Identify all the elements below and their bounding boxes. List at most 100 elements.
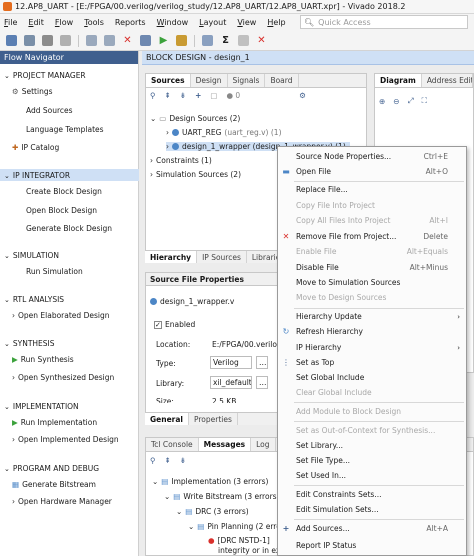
- tab-messages[interactable]: Messages: [198, 438, 252, 451]
- nav-run-simulation[interactable]: Run Simulation: [26, 267, 83, 276]
- nav-open-hardware-manager[interactable]: › Open Hardware Manager: [12, 497, 112, 506]
- menu-add-sources[interactable]: + Add Sources... Alt+A: [278, 521, 466, 536]
- menu-remove-file[interactable]: ✕ Remove File from Project... Delete: [278, 229, 466, 244]
- menu-hierarchy-update[interactable]: Hierarchy Update ›: [278, 309, 466, 324]
- menu-refresh-hierarchy[interactable]: ↻ Refresh Hierarchy: [278, 324, 466, 339]
- menu-copy-file-into-project[interactable]: Copy File Into Project: [278, 198, 466, 213]
- tree-uart-reg[interactable]: › UART_REG (uart_reg.v) (1): [166, 128, 282, 137]
- program-icon[interactable]: [176, 35, 187, 46]
- nav-add-sources[interactable]: Add Sources: [26, 106, 73, 115]
- menu-edit[interactable]: Edit: [28, 18, 44, 27]
- new-project-icon[interactable]: [6, 35, 17, 46]
- menu-set-as-top[interactable]: ⋮ Set as Top: [278, 355, 466, 370]
- tab-signals[interactable]: Signals: [228, 74, 266, 87]
- tab-tcl-console[interactable]: Tcl Console: [146, 438, 199, 451]
- tab-hierarchy[interactable]: Hierarchy: [145, 251, 198, 263]
- menu-window[interactable]: Window: [157, 18, 189, 27]
- menu-report-ip-status[interactable]: Report IP Status: [278, 538, 466, 553]
- tree-constraints[interactable]: › Constraints (1): [150, 156, 212, 165]
- expand-all-icon[interactable]: ⇟: [180, 456, 186, 465]
- zoom-in-icon[interactable]: ⊕: [379, 97, 385, 106]
- msg-implementation[interactable]: ⌄ ▤ Implementation (3 errors): [152, 477, 268, 486]
- zoom-out-icon[interactable]: ⊖: [393, 97, 399, 106]
- expand-all-icon[interactable]: ⇟: [180, 91, 186, 100]
- type-browse-button[interactable]: …: [256, 356, 268, 369]
- menu-open-file[interactable]: ▬ Open File Alt+O: [278, 164, 466, 179]
- section-ip-integrator[interactable]: ⌄ IP INTEGRATOR: [4, 171, 70, 180]
- split-view-icon[interactable]: [238, 35, 249, 46]
- tab-general[interactable]: General: [145, 413, 189, 425]
- msg-drc[interactable]: ⌄ ▤ DRC (3 errors): [176, 507, 249, 516]
- search-icon[interactable]: ⚲: [150, 91, 156, 100]
- menu-ip-hierarchy[interactable]: IP Hierarchy ›: [278, 340, 466, 355]
- tab-design[interactable]: Design: [191, 74, 228, 87]
- menu-clear-global-include[interactable]: Clear Global Include: [278, 385, 466, 400]
- menu-help[interactable]: Help: [267, 18, 285, 27]
- nav-run-implementation[interactable]: ▶ Run Implementation: [12, 418, 97, 427]
- quick-access-search[interactable]: 🔍︎ Quick Access: [300, 15, 468, 29]
- menu-move-to-simulation-sources[interactable]: Move to Simulation Sources: [278, 275, 466, 290]
- tree-design-sources[interactable]: ⌄ ▭ Design Sources (2): [150, 114, 240, 123]
- library-browse-button[interactable]: …: [256, 376, 268, 389]
- menu-flow[interactable]: Flow: [55, 18, 73, 27]
- tree-simulation-sources[interactable]: › Simulation Sources (2): [150, 170, 241, 179]
- menu-copy-all-files[interactable]: Copy All Files Into Project Alt+I: [278, 213, 466, 228]
- zoom-area-icon[interactable]: ⛶: [422, 96, 427, 106]
- menu-add-module-to-block-design[interactable]: Add Module to Block Design: [278, 404, 466, 419]
- section-implementation[interactable]: ⌄ IMPLEMENTATION: [4, 402, 79, 411]
- menu-set-used-in[interactable]: Set Used In...: [278, 468, 466, 483]
- msg-pin-planning[interactable]: ⌄ ▤ Pin Planning (2 errors): [188, 522, 291, 531]
- nav-open-implemented-design[interactable]: › Open Implemented Design: [12, 435, 119, 444]
- nav-open-synthesized-design[interactable]: › Open Synthesized Design: [12, 373, 114, 382]
- copy-icon[interactable]: [86, 35, 97, 46]
- sigma-icon[interactable]: Σ: [220, 35, 231, 46]
- library-select[interactable]: xil_defaultlib: [210, 376, 252, 389]
- nav-ip-catalog[interactable]: ✚ IP Catalog: [12, 143, 59, 152]
- file-icon[interactable]: ▢: [210, 91, 217, 100]
- menu-edit-simulation-sets[interactable]: Edit Simulation Sets...: [278, 502, 466, 517]
- tab-properties[interactable]: Properties: [189, 413, 238, 425]
- gear-icon[interactable]: ⚙: [299, 91, 306, 100]
- nav-generate-bitstream[interactable]: ▦ Generate Bitstream: [12, 480, 96, 489]
- menu-set-file-type[interactable]: Set File Type...: [278, 453, 466, 468]
- delete-icon[interactable]: ✕: [122, 35, 133, 46]
- add-icon[interactable]: +: [195, 91, 201, 100]
- menu-move-to-design-sources[interactable]: Move to Design Sources: [278, 290, 466, 305]
- tab-ip-sources[interactable]: IP Sources: [197, 251, 247, 263]
- msg-write-bitstream[interactable]: ⌄ ▤ Write Bitstream (3 errors): [164, 492, 279, 501]
- tab-diagram[interactable]: Diagram: [375, 74, 422, 87]
- menu-set-out-of-context[interactable]: Set as Out-of-Context for Synthesis...: [278, 423, 466, 438]
- nav-open-block-design[interactable]: Open Block Design: [26, 206, 97, 215]
- type-select[interactable]: Verilog: [210, 356, 252, 369]
- tab-address-editor[interactable]: Address Editor: [422, 74, 473, 87]
- menu-file[interactable]: File: [4, 18, 17, 27]
- nav-generate-block-design[interactable]: Generate Block Design: [26, 224, 112, 233]
- msg-drc-nstd[interactable]: ● [DRC NSTD-1]: [208, 536, 270, 545]
- menu-replace-file[interactable]: Replace File...: [278, 182, 466, 197]
- collapse-all-icon[interactable]: ⇞: [165, 91, 171, 100]
- nav-language-templates[interactable]: Language Templates: [26, 125, 104, 134]
- cancel-icon[interactable]: ✕: [256, 35, 267, 46]
- run-icon[interactable]: ▶: [158, 35, 169, 46]
- section-simulation[interactable]: ⌄ SIMULATION: [4, 251, 59, 260]
- section-rtl-analysis[interactable]: ⌄ RTL ANALYSIS: [4, 295, 64, 304]
- save-icon[interactable]: [24, 35, 35, 46]
- menu-edit-constraints-sets[interactable]: Edit Constraints Sets...: [278, 487, 466, 502]
- gear-icon[interactable]: [202, 35, 213, 46]
- tab-sources[interactable]: Sources: [146, 74, 191, 87]
- menu-set-global-include[interactable]: Set Global Include: [278, 370, 466, 385]
- section-program-and-debug[interactable]: ⌄ PROGRAM AND DEBUG: [4, 464, 99, 473]
- menu-source-node-properties[interactable]: Source Node Properties... Ctrl+E: [278, 149, 466, 164]
- menu-disable-file[interactable]: Disable File Alt+Minus: [278, 260, 466, 275]
- settings-icon[interactable]: [140, 35, 151, 46]
- search-icon[interactable]: ⚲: [150, 456, 156, 465]
- nav-settings[interactable]: ⚙ Settings: [12, 87, 53, 96]
- section-synthesis[interactable]: ⌄ SYNTHESIS: [4, 339, 55, 348]
- nav-run-synthesis[interactable]: ▶ Run Synthesis: [12, 355, 74, 364]
- collapse-all-icon[interactable]: ⇞: [165, 456, 171, 465]
- tab-board[interactable]: Board: [265, 74, 299, 87]
- fit-icon[interactable]: ⤢: [408, 96, 414, 106]
- paste-icon[interactable]: [104, 35, 115, 46]
- undo-icon[interactable]: [42, 35, 53, 46]
- section-project-manager[interactable]: ⌄ PROJECT MANAGER: [4, 71, 86, 80]
